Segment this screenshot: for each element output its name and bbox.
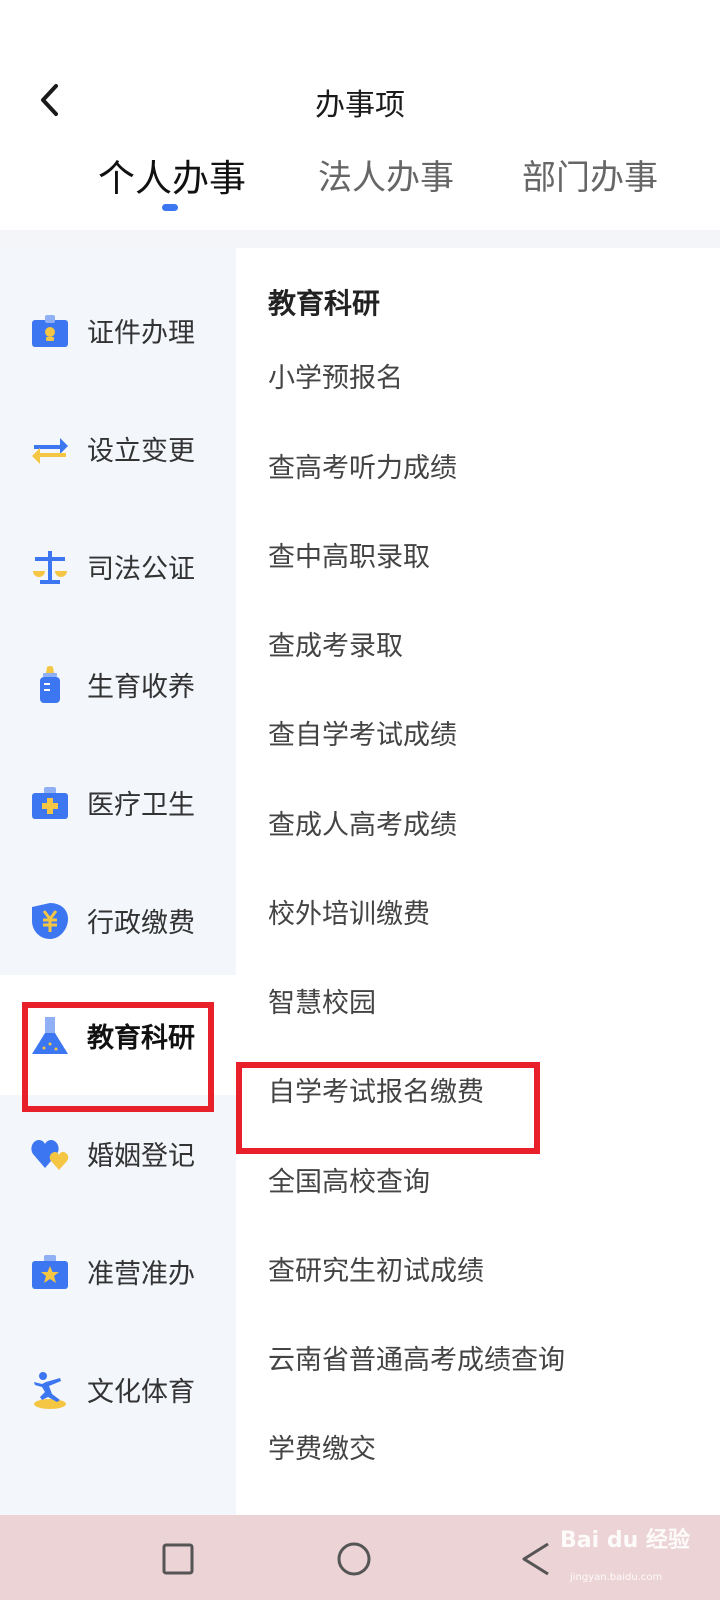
list-item[interactable]: 查自学考试成绩: [268, 713, 457, 752]
category-tabs: 个人办事 法人办事 部门办事: [0, 148, 720, 211]
star-briefcase-icon: [30, 1252, 70, 1292]
list-item[interactable]: 校外培训缴费: [268, 892, 430, 931]
sidebar-item-judicial-notary[interactable]: 司法公证: [0, 506, 236, 626]
tab-department[interactable]: 部门办事: [522, 150, 658, 199]
home-icon[interactable]: [334, 1539, 374, 1579]
medical-kit-icon: [30, 783, 70, 823]
sidebar-item-label: 婚姻登记: [87, 1141, 195, 1172]
list-item[interactable]: 全国高校查询: [268, 1160, 430, 1199]
highlight-box-self-study-exam: [236, 1062, 540, 1154]
header-divider: [0, 230, 720, 248]
sidebar-item-label: 行政缴费: [87, 908, 195, 939]
swap-arrows-icon: [30, 429, 70, 469]
sidebar-item-culture-sports[interactable]: 文化体育: [0, 1329, 236, 1449]
tab-legal-entity[interactable]: 法人办事: [318, 150, 454, 199]
section-title: 教育科研: [268, 287, 381, 320]
list-item[interactable]: 小学预报名: [268, 356, 403, 395]
sidebar-item-label: 文化体育: [87, 1377, 195, 1408]
baby-bottle-icon: [30, 665, 70, 705]
list-item[interactable]: 查成人高考成绩: [268, 803, 457, 842]
sidebar-item-medical-health[interactable]: 医疗卫生: [0, 742, 236, 862]
sidebar-item-admin-fees[interactable]: 行政缴费: [0, 860, 236, 980]
active-tab-indicator: [162, 204, 178, 211]
sidebar-item-label: 司法公证: [87, 554, 195, 585]
sidebar-item-label: 生育收养: [87, 672, 195, 703]
sidebar-item-label: 证件办理: [87, 318, 195, 349]
sidebar-item-certificates[interactable]: 证件办理: [0, 270, 236, 390]
sidebar-item-establish-change[interactable]: 设立变更: [0, 388, 236, 508]
list-item[interactable]: 智慧校园: [268, 981, 376, 1020]
list-item[interactable]: 学费缴交: [268, 1427, 376, 1466]
list-item[interactable]: 云南省普通高考成绩查询: [268, 1338, 565, 1377]
athlete-icon: [30, 1370, 70, 1410]
baidu-watermark-url: jingyan.baidu.com: [570, 1572, 663, 1583]
id-card-icon: [30, 311, 70, 351]
list-item[interactable]: 查成考录取: [268, 624, 403, 663]
sidebar-item-birth-adoption[interactable]: 生育收养: [0, 624, 236, 744]
back-triangle-icon[interactable]: [516, 1539, 556, 1579]
hearts-icon: [30, 1134, 70, 1174]
sidebar-item-label: 准营准办: [87, 1259, 195, 1290]
yuan-shield-icon: [30, 901, 70, 941]
sidebar-item-business-permits[interactable]: 准营准办: [0, 1211, 236, 1331]
scales-icon: [30, 547, 70, 587]
recent-apps-icon[interactable]: [158, 1539, 198, 1579]
sidebar-item-label: 医疗卫生: [87, 790, 195, 821]
list-item[interactable]: 查研究生初试成绩: [268, 1249, 484, 1288]
sidebar-item-label: 设立变更: [87, 436, 195, 467]
page-title: 办事项: [315, 88, 405, 123]
category-sidebar[interactable]: 证件办理 设立变更 司法公证 生育收养 医疗卫生 行政缴费 教育科研 婚姻登记 …: [0, 248, 236, 1515]
list-item[interactable]: 查中高职录取: [268, 535, 430, 574]
baidu-watermark: Bai du 经验: [560, 1528, 690, 1553]
header-bar: 办事项 个人办事 法人办事 部门办事: [0, 0, 720, 230]
list-item[interactable]: 查高考听力成绩: [268, 446, 457, 485]
highlight-box-education: [22, 1002, 214, 1112]
service-list-panel[interactable]: 教育科研 小学预报名 查高考听力成绩 查中高职录取 查成考录取 查自学考试成绩 …: [236, 248, 720, 1515]
tab-personal[interactable]: 个人办事: [98, 148, 246, 202]
